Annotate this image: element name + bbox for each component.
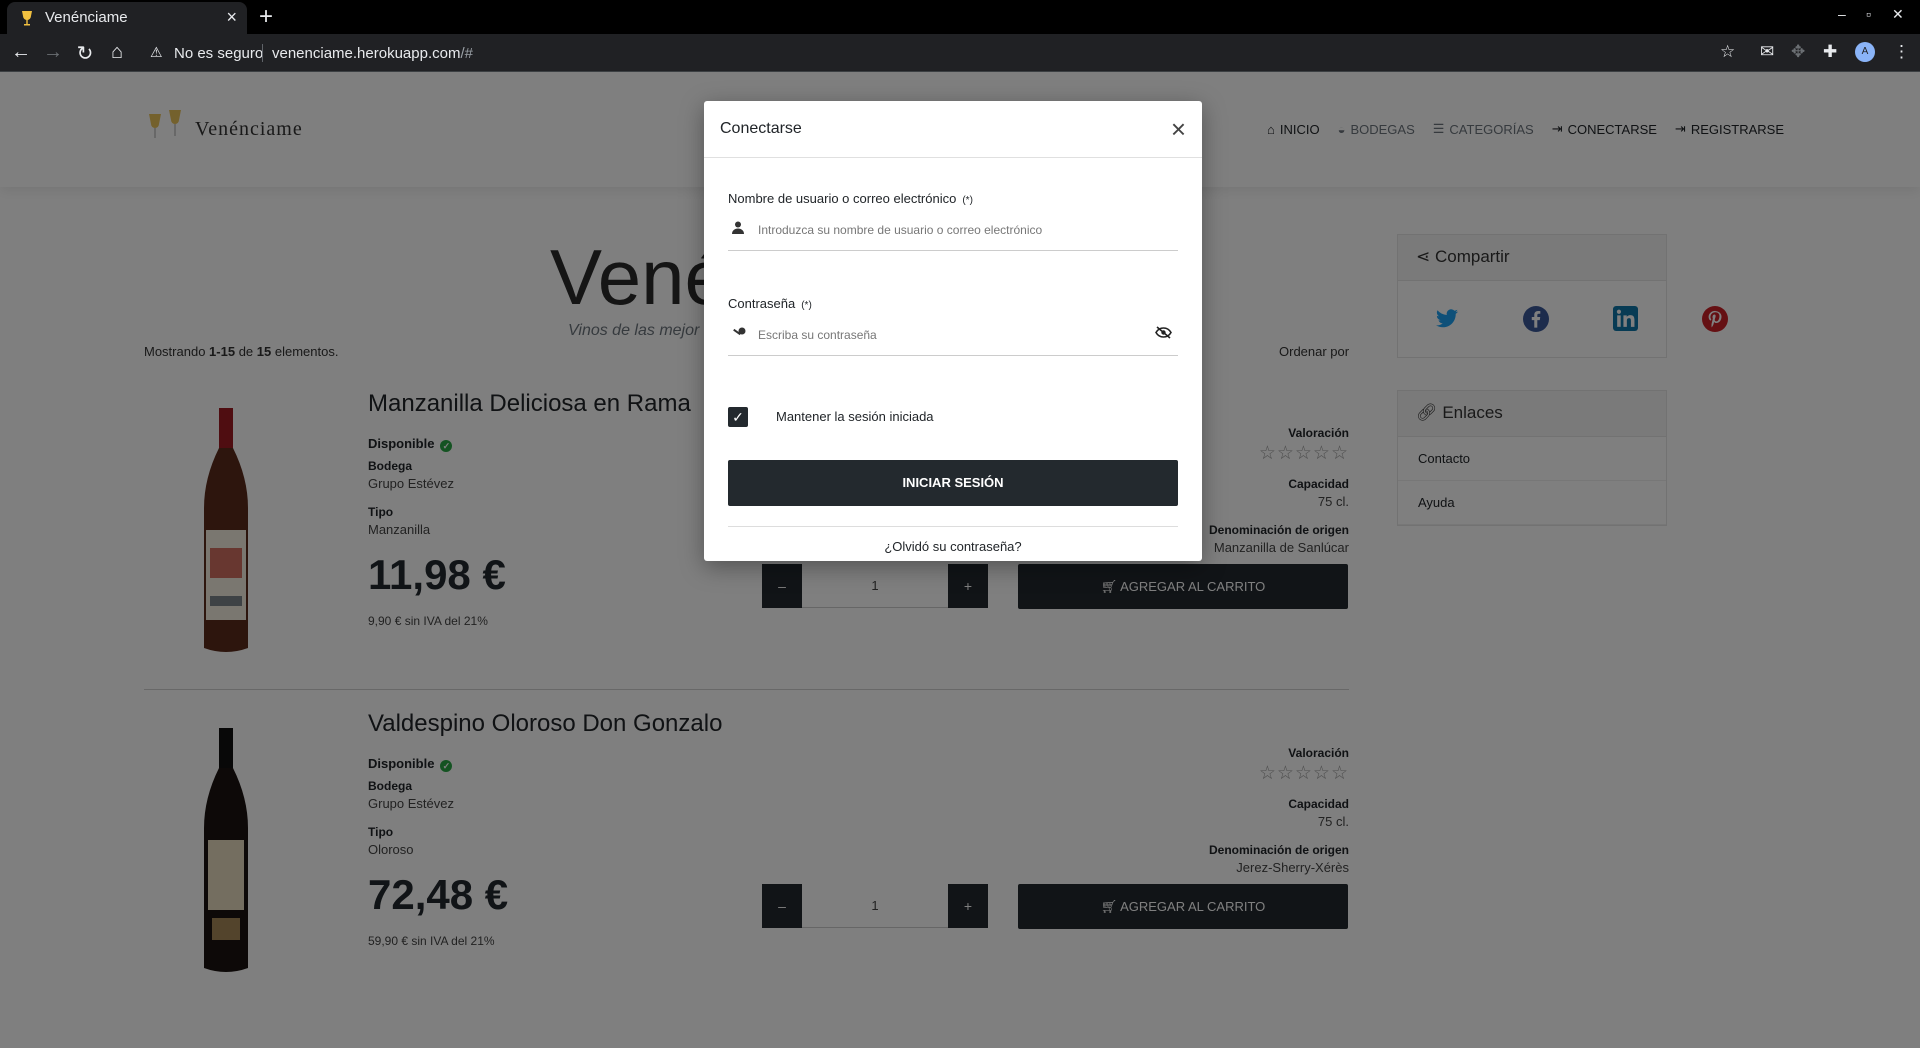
user-icon bbox=[732, 221, 744, 237]
mail-extension-icon[interactable]: ✉ bbox=[1760, 42, 1774, 62]
remember-me-label[interactable]: Mantener la sesión iniciada bbox=[776, 409, 934, 424]
profile-avatar[interactable]: A bbox=[1855, 42, 1875, 62]
username-placeholder: Introduzca su nombre de usuario o correo… bbox=[758, 223, 1043, 237]
password-placeholder: Escriba su contraseña bbox=[758, 328, 877, 342]
new-tab-icon[interactable]: + bbox=[259, 3, 273, 31]
url-host: venenciame.herokuapp.com bbox=[272, 45, 461, 62]
bookmark-star-icon[interactable]: ☆ bbox=[1720, 42, 1735, 62]
browser-toolbar: ← → ↻ ⌂ ⚠ No es seguro venenciame.heroku… bbox=[0, 34, 1920, 72]
close-icon[interactable]: × bbox=[1171, 114, 1186, 145]
browser-tab[interactable]: Venénciame × bbox=[7, 2, 247, 34]
divider bbox=[262, 44, 263, 62]
close-window-icon[interactable]: ✕ bbox=[1892, 6, 1904, 23]
username-label-text: Nombre de usuario o correo electrónico bbox=[728, 191, 957, 206]
modal-title: Conectarse bbox=[720, 120, 802, 137]
divider bbox=[728, 526, 1178, 527]
username-label: Nombre de usuario o correo electrónico (*… bbox=[728, 191, 973, 206]
url-path: /# bbox=[460, 45, 473, 62]
back-icon[interactable]: ← bbox=[9, 41, 33, 64]
forward-icon[interactable]: → bbox=[41, 41, 65, 64]
move-extension-icon[interactable]: ✥ bbox=[1791, 42, 1805, 62]
forgot-password-link[interactable]: ¿Olvidó su contraseña? bbox=[704, 539, 1202, 554]
password-label-text: Contraseña bbox=[728, 296, 796, 311]
eye-slash-icon[interactable] bbox=[1155, 326, 1172, 344]
password-field[interactable]: Escriba su contraseña bbox=[728, 314, 1178, 356]
address-bar[interactable]: ⚠ No es seguro venenciame.herokuapp.com/… bbox=[140, 36, 1770, 70]
login-button[interactable]: INICIAR SESIÓN bbox=[728, 460, 1178, 506]
security-label: No es seguro bbox=[174, 45, 264, 62]
tab-title: Venénciame bbox=[45, 9, 128, 26]
required-mark: (*) bbox=[962, 195, 973, 206]
login-modal: Conectarse × Nombre de usuario o correo … bbox=[704, 101, 1202, 561]
username-field[interactable]: Introduzca su nombre de usuario o correo… bbox=[728, 209, 1178, 251]
browser-tab-strip: Venénciame × + – ▫ ✕ bbox=[0, 0, 1920, 34]
key-icon bbox=[732, 326, 746, 342]
reload-icon[interactable]: ↻ bbox=[73, 41, 97, 66]
warning-icon: ⚠ bbox=[150, 44, 163, 60]
url-text: venenciame.herokuapp.com/# bbox=[272, 45, 473, 62]
required-mark: (*) bbox=[801, 300, 812, 311]
modal-header: Conectarse × bbox=[704, 101, 1202, 158]
extensions-puzzle-icon[interactable]: ✚ bbox=[1823, 42, 1837, 62]
minimize-icon[interactable]: – bbox=[1838, 6, 1846, 22]
wine-glass-icon bbox=[22, 11, 32, 26]
maximize-icon[interactable]: ▫ bbox=[1866, 6, 1871, 22]
remember-me-checkbox[interactable]: ✓ bbox=[728, 407, 748, 427]
close-tab-icon[interactable]: × bbox=[226, 7, 237, 28]
web-page: Venénciame ⌂INICIO ◒BODEGAS ☰CATEGORÍAS … bbox=[0, 72, 1920, 1048]
home-icon[interactable]: ⌂ bbox=[105, 41, 129, 64]
password-label: Contraseña (*) bbox=[728, 296, 812, 311]
browser-menu-icon[interactable]: ⋮ bbox=[1893, 42, 1910, 62]
